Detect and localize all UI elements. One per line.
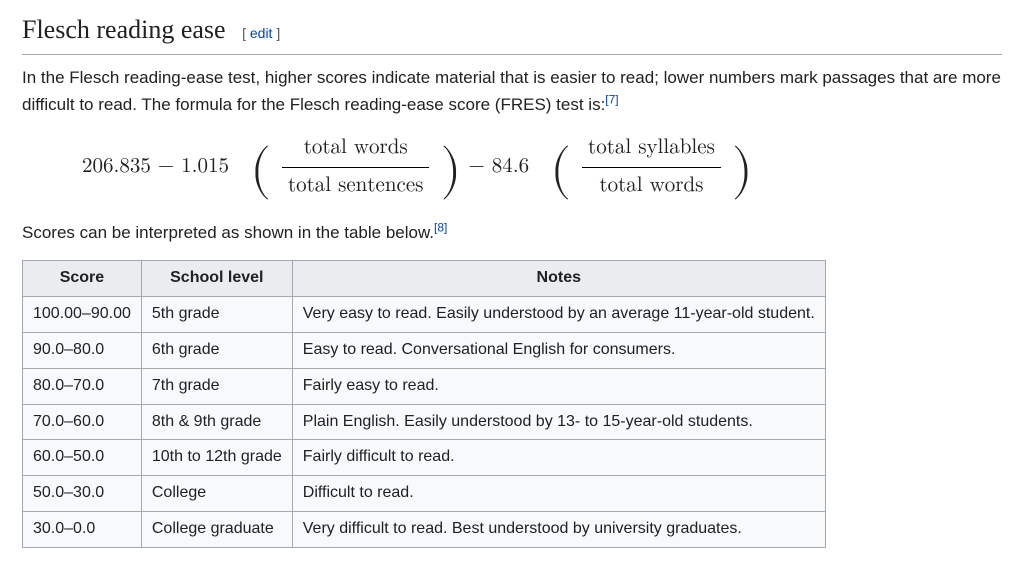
cell-notes: Easy to read. Conversational English for… — [292, 333, 825, 369]
interpret-paragraph: Scores can be interpreted as shown in th… — [22, 220, 1002, 246]
frac1-denominator: total sentences — [282, 168, 430, 203]
cell-level: 5th grade — [141, 297, 292, 333]
table-row: 50.0–30.0 College Difficult to read. — [23, 476, 826, 512]
cell-level: College graduate — [141, 512, 292, 548]
col-notes: Notes — [292, 261, 825, 297]
col-level: School level — [141, 261, 292, 297]
reference-link[interactable]: [8] — [434, 220, 447, 234]
table-row: 90.0–80.0 6th grade Easy to read. Conver… — [23, 333, 826, 369]
interpret-text: Scores can be interpreted as shown in th… — [22, 223, 434, 242]
minus-2: − — [468, 156, 491, 177]
reference-8: [8] — [434, 220, 447, 234]
cell-level: 6th grade — [141, 333, 292, 369]
formula-const-1: 206.835 — [82, 156, 151, 177]
formula-const-3: 84.6 — [492, 156, 529, 177]
cell-level: College — [141, 476, 292, 512]
cell-level: 10th to 12th grade — [141, 440, 292, 476]
cell-notes: Plain English. Easily understood by 13- … — [292, 404, 825, 440]
fraction-1: total words total sentences — [282, 132, 430, 202]
reference-link[interactable]: [7] — [605, 92, 618, 106]
minus-1: − — [158, 156, 181, 177]
intro-paragraph: In the Flesch reading-ease test, higher … — [22, 65, 1002, 118]
intro-text: In the Flesch reading-ease test, higher … — [22, 68, 1001, 113]
section-title: Flesch reading ease — [22, 15, 226, 44]
cell-notes: Fairly difficult to read. — [292, 440, 825, 476]
cell-score: 100.00–90.00 — [23, 297, 142, 333]
cell-notes: Very easy to read. Easily understood by … — [292, 297, 825, 333]
cell-score: 90.0–80.0 — [23, 333, 142, 369]
editsection: [ edit ] — [242, 25, 280, 41]
formula-const-2: 1.015 — [181, 156, 229, 177]
cell-score: 60.0–50.0 — [23, 440, 142, 476]
fraction-2: total syllables total words — [582, 132, 721, 202]
table-row: 100.00–90.00 5th grade Very easy to read… — [23, 297, 826, 333]
frac2-denominator: total words — [582, 168, 721, 203]
edit-link[interactable]: edit — [250, 25, 273, 41]
reference-7: [7] — [605, 92, 618, 106]
score-table: Score School level Notes 100.00–90.00 5t… — [22, 260, 826, 547]
col-score: Score — [23, 261, 142, 297]
table-row: 70.0–60.0 8th & 9th grade Plain English.… — [23, 404, 826, 440]
cell-score: 80.0–70.0 — [23, 368, 142, 404]
table-row: 60.0–50.0 10th to 12th grade Fairly diff… — [23, 440, 826, 476]
table-row: 80.0–70.0 7th grade Fairly easy to read. — [23, 368, 826, 404]
table-row: 30.0–0.0 College graduate Very difficult… — [23, 512, 826, 548]
cell-score: 70.0–60.0 — [23, 404, 142, 440]
editsection-close: ] — [272, 25, 280, 41]
cell-score: 50.0–30.0 — [23, 476, 142, 512]
frac1-numerator: total words — [282, 132, 430, 168]
editsection-open: [ — [242, 25, 250, 41]
cell-notes: Very difficult to read. Best understood … — [292, 512, 825, 548]
cell-notes: Difficult to read. — [292, 476, 825, 512]
cell-notes: Fairly easy to read. — [292, 368, 825, 404]
cell-level: 8th & 9th grade — [141, 404, 292, 440]
cell-level: 7th grade — [141, 368, 292, 404]
fres-formula: 206.835 − 1.015 ( total words total sent… — [82, 132, 1002, 202]
frac2-numerator: total syllables — [582, 132, 721, 168]
section-heading: Flesch reading ease [ edit ] — [22, 10, 1002, 55]
table-header-row: Score School level Notes — [23, 261, 826, 297]
cell-score: 30.0–0.0 — [23, 512, 142, 548]
